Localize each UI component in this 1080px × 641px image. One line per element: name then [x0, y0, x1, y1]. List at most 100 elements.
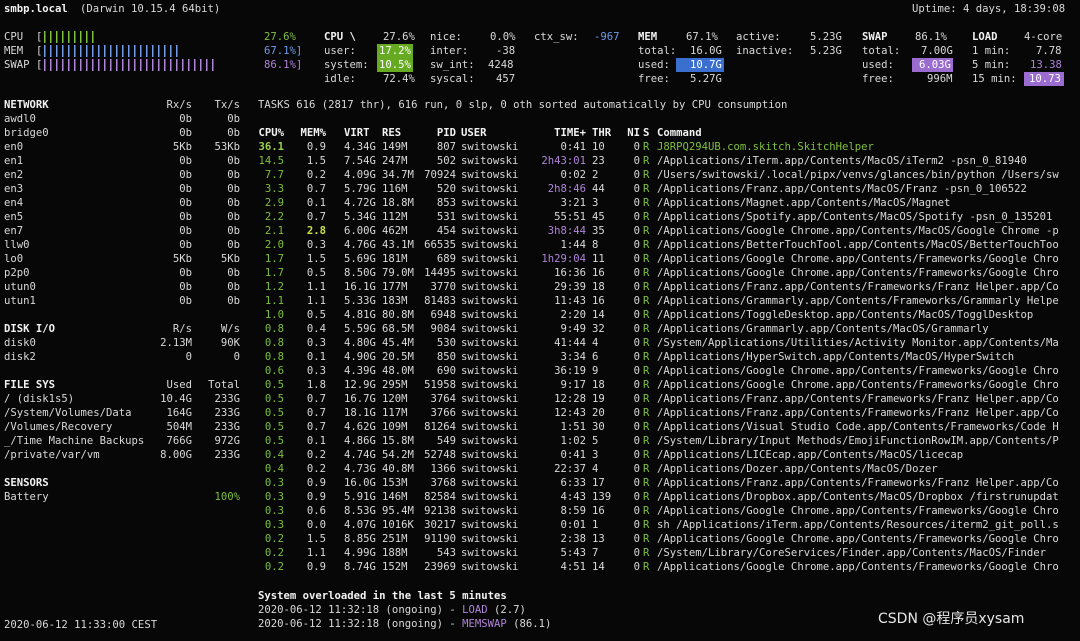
- cell-time: 4:51: [560, 561, 586, 573]
- cpu-system-label: system:: [324, 59, 369, 71]
- cell-thr: 6: [592, 351, 599, 363]
- filesys-col2-header: Total: [208, 379, 240, 391]
- cell-pid: 70924: [424, 169, 456, 181]
- bar-tick: [74, 31, 76, 43]
- cell-virt: 8.85G: [344, 533, 376, 545]
- cell-s: R: [643, 547, 650, 559]
- cell-thr: 23: [592, 155, 605, 167]
- bar-tick: [50, 45, 52, 57]
- bar-tick: [176, 45, 178, 57]
- cell-user: switowski: [461, 323, 519, 335]
- cell-virt: 4.73G: [344, 463, 376, 475]
- table-row: 2.2 0.7 5.34G 112M 531 switowski 55:51 45 0 R/App…: [258, 210, 1080, 224]
- cell-res: 152M: [382, 561, 408, 573]
- cell-user: switowski: [461, 253, 519, 265]
- cell-res: 295M: [382, 379, 408, 391]
- ql-mem-pct: 67.1%]: [264, 45, 303, 57]
- table-row: 0.3 0.6 8.53G 95.4M 92138 switowski 8:59 16 0 R/A…: [258, 504, 1080, 518]
- diskio-row-name: disk2: [4, 351, 36, 363]
- table-row: 36.1 0.9 4.34G 149M 807 switowski 0:41 10 0 R J8RP…: [258, 140, 1080, 154]
- bar-tick: [92, 59, 94, 71]
- table-row: 0.2 1.5 8.85G 251M 91190 switowski 2:38 13 0 R/Ap…: [258, 532, 1080, 546]
- process-table: 36.1 0.9 4.34G 149M 807 switowski 0:41 10 0 R J8RP…: [258, 140, 1080, 580]
- network-row-val2: 0b: [227, 113, 240, 125]
- table-row: 0.5 0.7 4.62G 109M 81264 switowski 1:51 30 0 R/Ap…: [258, 420, 1080, 434]
- cell-s: R: [643, 309, 650, 321]
- cell-virt: 5.59G: [344, 323, 376, 335]
- table-row: 1.2 1.1 16.1G 177M 3770 switowski 29:39 18 0 R/Ap…: [258, 280, 1080, 294]
- cell-thr: 7: [592, 547, 599, 559]
- load-15min-value: 10.73: [1024, 72, 1064, 86]
- cell-command: /System/Library/Input Methods/EmojiFunct…: [657, 435, 1059, 447]
- network-row-val2: 0b: [227, 127, 240, 139]
- cell-ni: 0: [633, 337, 640, 349]
- bar-tick: [80, 45, 82, 57]
- cell-time: 1h29:04: [541, 253, 586, 265]
- network-row-val2: 0b: [227, 267, 240, 279]
- cell-s: R: [643, 141, 650, 153]
- cell-mem: 1.8: [306, 379, 326, 391]
- cell-user: switowski: [461, 169, 519, 181]
- sensors-title: SENSORS: [4, 477, 49, 489]
- cell-command: /Applications/LICEcap.app/Contents/MacOS…: [657, 449, 964, 461]
- cell-ni: 0: [633, 211, 640, 223]
- cell-time: 6:33: [560, 477, 586, 489]
- cell-ni: 0: [633, 519, 640, 531]
- cell-mem: 0.7: [306, 407, 326, 419]
- cell-time: 22:37: [554, 463, 586, 475]
- cell-s: R: [643, 533, 650, 545]
- cell-ni: 0: [633, 533, 640, 545]
- ql-cpu-label: CPU: [4, 31, 24, 43]
- network-row-val1: 0b: [179, 113, 192, 125]
- cell-pid: 530: [436, 337, 456, 349]
- cell-time: 4:43: [560, 491, 586, 503]
- cell-time: 12:43: [554, 407, 586, 419]
- bar-tick: [86, 59, 88, 71]
- diskio-title: DISK I/O: [4, 323, 56, 335]
- table-row: 0.2 1.1 4.99G 188M 543 switowski 5:43 7 0 R/Syste…: [258, 546, 1080, 560]
- cell-mem: 0.3: [306, 337, 326, 349]
- table-row: 0.4 0.2 4.73G 40.8M 1366 switowski 22:37 4 0 R/Ap…: [258, 462, 1080, 476]
- left-sidebar: NETWORK Rx/s Tx/s awdl0 0b 0b bridge0 0b 0b en0 5K…: [0, 98, 250, 518]
- diskio-row-val1: 2.13M: [160, 337, 192, 349]
- cell-res: 116M: [382, 183, 408, 195]
- cell-user: switowski: [461, 211, 519, 223]
- cell-s: R: [643, 421, 650, 433]
- filesys-row-val1: 164G: [166, 407, 192, 419]
- cell-res: 68.5M: [382, 323, 414, 335]
- cell-ni: 0: [633, 379, 640, 391]
- swap-free-value: 996M: [927, 73, 953, 85]
- cell-pid: 81264: [424, 421, 456, 433]
- cell-user: switowski: [461, 183, 519, 195]
- cell-time: 1:44: [560, 239, 586, 251]
- filesys-row-val1: 10.4G: [160, 393, 192, 405]
- cell-virt: 5.33G: [344, 295, 376, 307]
- cell-thr: 32: [592, 323, 605, 335]
- cell-mem: 1.1: [306, 547, 326, 559]
- bar-tick: [200, 59, 202, 71]
- cell-cpu: 3.3: [264, 183, 284, 195]
- cell-pid: 66535: [424, 239, 456, 251]
- bar-tick: [68, 45, 70, 57]
- cell-cpu: 0.5: [264, 421, 284, 433]
- cell-ni: 0: [633, 309, 640, 321]
- cell-ni: 0: [633, 267, 640, 279]
- cell-res: 18.8M: [382, 197, 414, 209]
- cell-thr: 20: [592, 407, 605, 419]
- cell-res: 117M: [382, 407, 408, 419]
- table-row: 2.1 2.8 6.00G 462M 454 switowski 3h8:44 35 0 R/Ap…: [258, 224, 1080, 238]
- cpu-system-value: 10.5%: [377, 58, 413, 72]
- cell-thr: 5: [592, 435, 599, 447]
- network-row-val2: 0b: [227, 239, 240, 251]
- cell-s: R: [643, 365, 650, 377]
- cell-user: switowski: [461, 351, 519, 363]
- cell-virt: 6.00G: [344, 225, 376, 237]
- bar-tick: [56, 45, 58, 57]
- filesys-row-val2: 233G: [214, 407, 240, 419]
- cell-cpu: 0.3: [264, 519, 284, 531]
- cell-command: /Applications/Google Chrome.app/Contents…: [657, 561, 1059, 573]
- network-row-val1: 0b: [179, 127, 192, 139]
- table-row: 0.3 0.9 5.91G 146M 82584 switowski 4:43 139 0 R/A…: [258, 490, 1080, 504]
- cell-thr: 17: [592, 477, 605, 489]
- table-row: 0.5 1.8 12.9G 295M 51958 switowski 9:17 18 0 R/Ap…: [258, 378, 1080, 392]
